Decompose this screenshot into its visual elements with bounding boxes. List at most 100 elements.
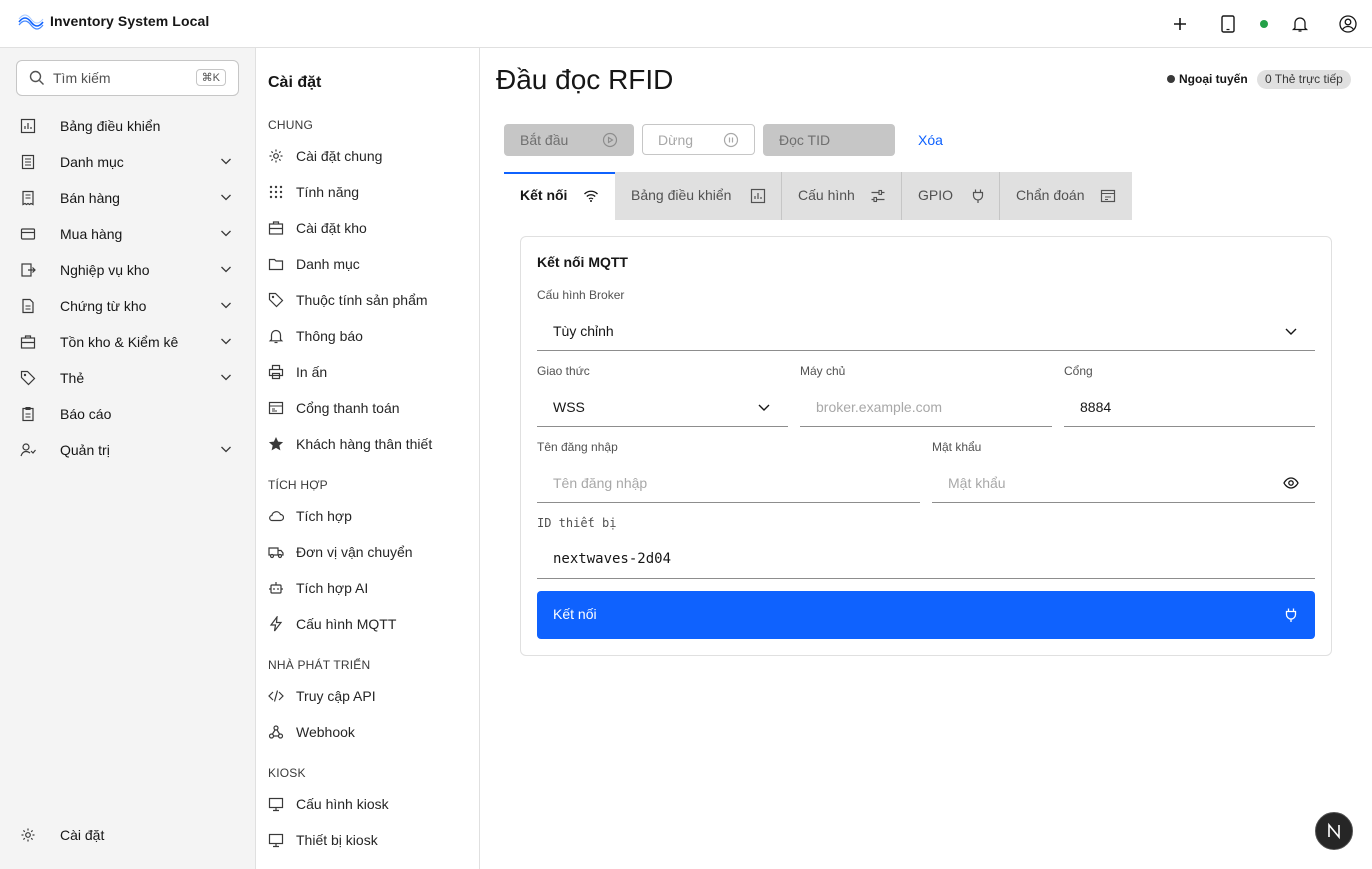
tablet-icon[interactable] [1218, 14, 1238, 34]
bell-icon[interactable] [1290, 14, 1310, 34]
live-tags-badge: 0 Thẻ trực tiếp [1257, 70, 1351, 89]
password-input-placeholder: Mật khẩu [948, 475, 1006, 491]
settings-item-webhook[interactable]: Webhook [256, 715, 479, 749]
tab-dashboard[interactable]: Bảng điều khiển [615, 172, 782, 220]
document-icon [20, 298, 36, 314]
report-icon [20, 406, 36, 422]
tab-label: Kết nối [520, 187, 568, 203]
sidebar-settings-footer[interactable]: Cài đặt [0, 817, 255, 853]
chevron-down-icon [219, 298, 233, 312]
broker-label: Cấu hình Broker [537, 288, 625, 302]
settings-item-printing[interactable]: In ấn [256, 355, 479, 389]
sidebar-item-catalog[interactable]: Danh mục [0, 144, 255, 180]
section-heading: KIOSK [268, 766, 306, 780]
settings-item-label: Cài đặt kho [296, 220, 367, 236]
sidebar-item-warehouse-docs[interactable]: Chứng từ kho [0, 288, 255, 324]
eye-icon[interactable] [1283, 475, 1299, 491]
tab-configuration[interactable]: Cấu hình [782, 172, 902, 220]
pause-icon [723, 132, 739, 148]
robot-icon [268, 580, 284, 596]
username-label: Tên đăng nhập [537, 440, 618, 454]
connect-button[interactable]: Kết nối [537, 591, 1315, 639]
chevron-down-icon [219, 226, 233, 240]
catalog-icon [20, 154, 36, 170]
settings-item-payment-gateway[interactable]: Cổng thanh toán [256, 391, 479, 425]
sidebar-item-reports[interactable]: Báo cáo [0, 396, 255, 432]
settings-item-api-access[interactable]: Truy cập API [256, 679, 479, 713]
protocol-select-value: WSS [553, 399, 585, 415]
chevron-down-icon [219, 442, 233, 456]
chevron-down-icon [756, 399, 772, 415]
settings-item-label: Cài đặt chung [296, 148, 383, 164]
chevron-down-icon [1283, 323, 1299, 339]
search-input[interactable]: Tìm kiếm ⌘K [16, 60, 239, 96]
settings-item-product-attributes[interactable]: Thuộc tính sản phẩm [256, 283, 479, 317]
settings-item-integrations[interactable]: Tích hợp [256, 499, 479, 533]
sidebar-item-purchasing[interactable]: Mua hàng [0, 216, 255, 252]
mqtt-connection-card: Kết nối MQTT Cấu hình Broker Tùy chỉnh G… [520, 236, 1332, 656]
receipt-icon [20, 190, 36, 206]
next-devtools-button[interactable] [1315, 812, 1353, 850]
password-input[interactable]: Mật khẩu [932, 463, 1315, 503]
tab-label: GPIO [918, 187, 954, 203]
settings-item-general[interactable]: Cài đặt chung [256, 139, 479, 173]
tab-diagnostics[interactable]: Chẩn đoán [1000, 172, 1132, 220]
tab-gpio[interactable]: GPIO [902, 172, 1000, 220]
stop-button-label: Dừng [658, 132, 694, 148]
n-logo-icon [1328, 822, 1340, 840]
gear-icon [20, 827, 36, 843]
clear-button[interactable]: Xóa [918, 132, 943, 148]
online-status-dot [1260, 20, 1268, 28]
settings-item-loyalty[interactable]: Khách hàng thân thiết [256, 427, 479, 461]
plus-icon[interactable] [1170, 14, 1190, 34]
broker-select[interactable]: Tùy chỉnh [537, 311, 1315, 351]
payment-terminal-icon [268, 400, 284, 416]
read-tid-button[interactable]: Đọc TID [763, 124, 895, 156]
settings-item-kiosk-config[interactable]: Cấu hình kiosk [256, 787, 479, 821]
monitor-icon [268, 796, 284, 812]
settings-item-notifications[interactable]: Thông báo [256, 319, 479, 353]
settings-item-mqtt-config[interactable]: Cấu hình MQTT [256, 607, 479, 641]
sidebar-item-label: Báo cáo [60, 406, 112, 422]
settings-item-label: Truy cập API [296, 688, 376, 704]
start-button[interactable]: Bắt đầu [504, 124, 634, 156]
play-icon [602, 132, 618, 148]
settings-item-categories[interactable]: Danh mục [256, 247, 479, 281]
host-input-placeholder: broker.example.com [816, 399, 943, 415]
device-icon [268, 832, 284, 848]
username-input[interactable]: Tên đăng nhập [537, 463, 920, 503]
sidebar-item-label: Bảng điều khiển [60, 118, 161, 134]
code-icon [268, 688, 284, 704]
grid-dots-icon [268, 184, 284, 200]
dashboard-icon [750, 188, 766, 204]
protocol-select[interactable]: WSS [537, 387, 788, 427]
sidebar-item-label: Tồn kho & Kiểm kê [60, 334, 179, 350]
webhook-icon [268, 724, 284, 740]
settings-item-label: Tính năng [296, 184, 360, 200]
sidebar-item-warehouse-ops[interactable]: Nghiệp vụ kho [0, 252, 255, 288]
tab-connection[interactable]: Kết nối [504, 172, 615, 220]
folder-icon [268, 256, 284, 272]
connect-button-label: Kết nối [553, 606, 597, 622]
wifi-icon [583, 188, 599, 204]
stop-button[interactable]: Dừng [642, 124, 755, 155]
sidebar-item-sales[interactable]: Bán hàng [0, 180, 255, 216]
broker-select-value: Tùy chỉnh [553, 323, 614, 339]
plug-icon [970, 188, 986, 204]
settings-item-features[interactable]: Tính năng [256, 175, 479, 209]
sidebar-item-inventory[interactable]: Tồn kho & Kiểm kê [0, 324, 255, 360]
sidebar-item-tags[interactable]: Thẻ [0, 360, 255, 396]
settings-item-kiosk-devices[interactable]: Thiết bị kiosk [256, 823, 479, 857]
printer-icon [268, 364, 284, 380]
device-id-input[interactable]: nextwaves-2d04 [537, 539, 1315, 579]
user-avatar-icon[interactable] [1338, 14, 1358, 34]
port-input[interactable]: 8884 [1064, 387, 1315, 427]
sidebar-item-admin[interactable]: Quản trị [0, 432, 255, 468]
settings-item-warehouse[interactable]: Cài đặt kho [256, 211, 479, 245]
settings-item-ai-integration[interactable]: Tích hợp AI [256, 571, 479, 605]
host-input[interactable]: broker.example.com [800, 387, 1052, 427]
sidebar-item-label: Nghiệp vụ kho [60, 262, 150, 278]
sidebar-item-dashboard[interactable]: Bảng điều khiển [0, 108, 255, 144]
settings-item-carriers[interactable]: Đơn vị vận chuyển [256, 535, 479, 569]
chevron-down-icon [219, 154, 233, 168]
